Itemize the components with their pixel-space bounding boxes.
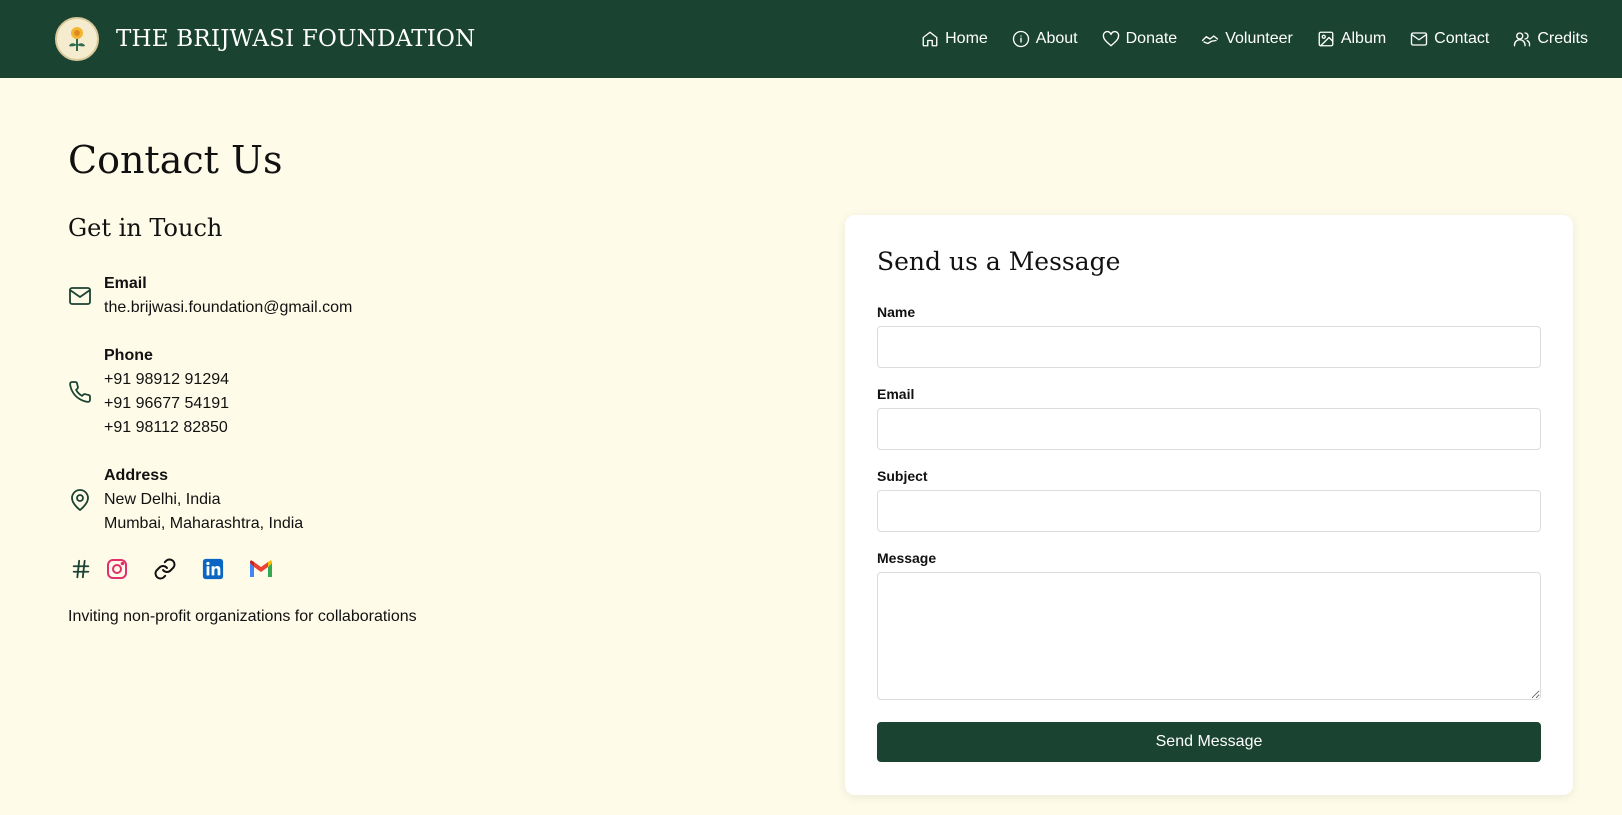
subject-input[interactable] bbox=[877, 490, 1541, 532]
page-title: Contact Us bbox=[68, 138, 283, 182]
nav-contact[interactable]: Contact bbox=[1410, 30, 1489, 48]
map-pin-icon bbox=[68, 488, 92, 512]
social-links bbox=[68, 556, 274, 582]
nav-credits-label: Credits bbox=[1537, 30, 1588, 47]
hashtag-icon[interactable] bbox=[68, 556, 94, 582]
nav-album-label: Album bbox=[1340, 30, 1387, 47]
mail-icon bbox=[68, 284, 92, 308]
brand[interactable]: THE BRIJWASI FOUNDATION bbox=[55, 17, 475, 61]
handshake-icon bbox=[1202, 35, 1219, 45]
linkedin-icon[interactable] bbox=[200, 556, 226, 582]
phone-number[interactable]: +91 98112 82850 bbox=[104, 416, 229, 440]
home-icon bbox=[922, 31, 938, 47]
nav-credits[interactable]: Credits bbox=[1513, 30, 1588, 48]
email-value[interactable]: the.brijwasi.foundation@gmail.com bbox=[104, 296, 352, 320]
nav-home[interactable]: Home bbox=[921, 30, 988, 48]
phone-number[interactable]: +91 96677 54191 bbox=[104, 392, 229, 416]
image-icon bbox=[1318, 31, 1334, 47]
nav-about-label: About bbox=[1035, 30, 1078, 47]
section-title: Get in Touch bbox=[68, 214, 223, 242]
link-icon[interactable] bbox=[152, 556, 178, 582]
phone-number[interactable]: +91 98912 91294 bbox=[104, 368, 229, 392]
email-label: Email bbox=[104, 275, 147, 292]
name-input[interactable] bbox=[877, 326, 1541, 368]
instagram-icon[interactable] bbox=[104, 556, 130, 582]
phone-info: Phone +91 98912 91294 +91 96677 54191 +9… bbox=[68, 344, 229, 440]
nav-donate-label: Donate bbox=[1125, 30, 1178, 47]
email-field-label: Email bbox=[877, 386, 915, 402]
nav-about[interactable]: About bbox=[1012, 30, 1078, 48]
address-label: Address bbox=[104, 467, 169, 484]
foundation-logo[interactable] bbox=[55, 17, 99, 61]
navbar: THE BRIJWASI FOUNDATION Home About Donat… bbox=[0, 0, 1622, 78]
users-icon bbox=[1514, 32, 1531, 47]
main-nav: Home About Donate Volunteer Album Contac… bbox=[921, 30, 1588, 48]
message-label: Message bbox=[877, 550, 937, 566]
nav-contact-label: Contact bbox=[1434, 30, 1490, 47]
nav-volunteer-label: Volunteer bbox=[1225, 30, 1293, 47]
subject-label: Subject bbox=[877, 468, 928, 484]
message-form-card: Send us a Message Name Email Subject Mes… bbox=[845, 215, 1573, 795]
phone-icon bbox=[68, 380, 92, 404]
nav-home-label: Home bbox=[945, 30, 988, 47]
email-info: Email the.brijwasi.foundation@gmail.com bbox=[68, 272, 352, 320]
gmail-icon[interactable] bbox=[248, 556, 274, 582]
brand-name[interactable]: THE BRIJWASI FOUNDATION bbox=[116, 26, 475, 52]
heart-icon bbox=[1102, 30, 1119, 47]
address-info: Address New Delhi, India Mumbai, Maharas… bbox=[68, 464, 303, 536]
email-input[interactable] bbox=[877, 408, 1541, 450]
phone-label: Phone bbox=[104, 347, 153, 364]
address-line: Mumbai, Maharashtra, India bbox=[104, 515, 304, 532]
form-title: Send us a Message bbox=[877, 247, 1121, 276]
info-icon bbox=[1012, 30, 1029, 48]
nav-donate[interactable]: Donate bbox=[1102, 30, 1178, 48]
nav-volunteer[interactable]: Volunteer bbox=[1201, 30, 1293, 48]
send-message-button[interactable]: Send Message bbox=[877, 722, 1541, 762]
nav-album[interactable]: Album bbox=[1317, 30, 1386, 48]
mail-icon bbox=[1410, 32, 1428, 46]
collaboration-tagline: Inviting non-profit organizations for co… bbox=[68, 608, 417, 625]
address-line: New Delhi, India bbox=[104, 491, 221, 508]
name-label: Name bbox=[877, 304, 916, 320]
message-textarea[interactable] bbox=[877, 572, 1541, 700]
